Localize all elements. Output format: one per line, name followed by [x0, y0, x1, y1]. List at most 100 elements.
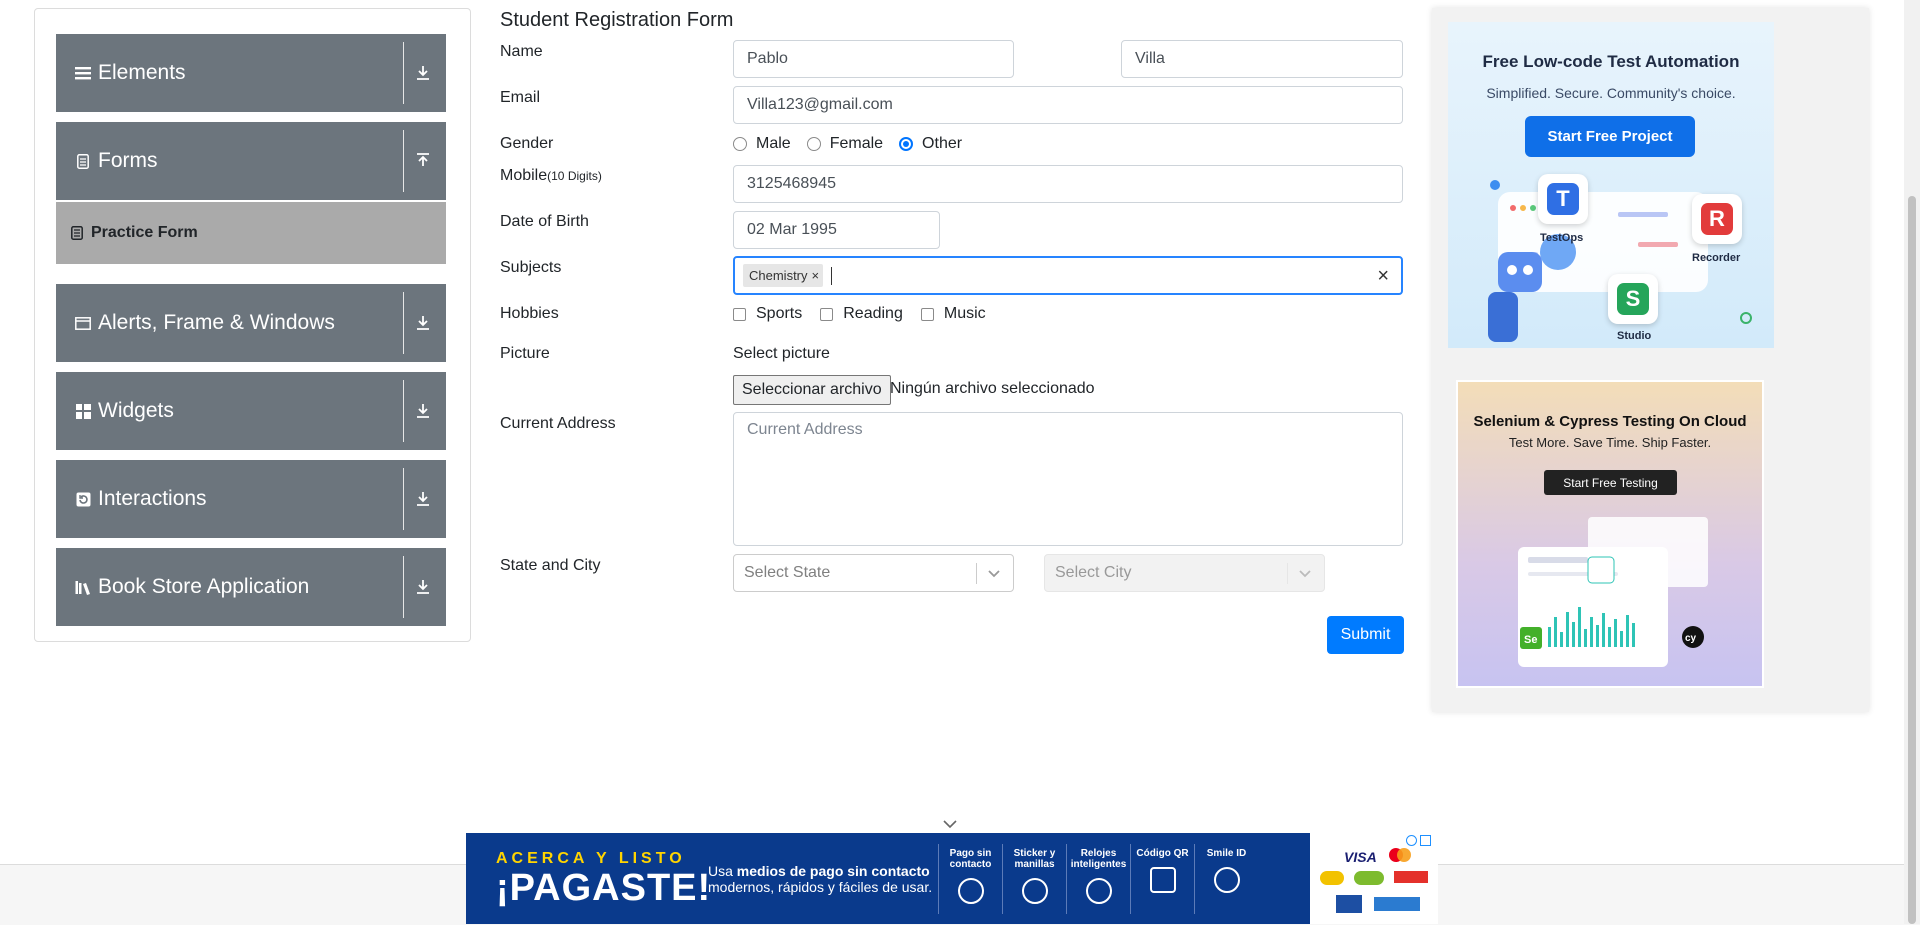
- banner-tagline: ACERCA Y LISTO: [496, 849, 686, 867]
- divider: [403, 130, 404, 192]
- window-icon: [74, 314, 92, 332]
- chevron-down-icon: [988, 570, 1000, 578]
- start-free-testing-button[interactable]: Start Free Testing: [1544, 470, 1677, 495]
- scrollbar-thumb[interactable]: [1908, 196, 1916, 924]
- tile-label: Studio: [1617, 330, 1652, 342]
- group-label: Widgets: [98, 399, 174, 422]
- picture-prompt: Select picture: [733, 345, 830, 362]
- radio-button[interactable]: [733, 137, 747, 151]
- chevron-down-icon: [1299, 570, 1311, 578]
- sidebar: Elements Forms Practice Form Alerts, Fra…: [34, 8, 471, 642]
- group-interactions[interactable]: Interactions: [56, 460, 446, 538]
- checkbox[interactable]: [920, 307, 934, 321]
- state-select[interactable]: Select State: [733, 554, 1014, 592]
- radio-button[interactable]: [806, 137, 821, 151]
- divider: [1287, 563, 1288, 584]
- robot-illustration: [1488, 252, 1542, 342]
- text-cursor: [831, 266, 833, 285]
- radio-label: Male: [756, 135, 791, 152]
- checkbox[interactable]: [820, 307, 834, 321]
- clear-icon[interactable]: ×: [1377, 265, 1389, 288]
- email-label: Email: [500, 89, 541, 106]
- start-free-project-button[interactable]: Start Free Project: [1525, 116, 1695, 157]
- divider: [403, 42, 404, 104]
- brand-logo: [1394, 871, 1428, 883]
- form-icon: [71, 226, 83, 240]
- mobile-input[interactable]: 3125468945: [733, 165, 1403, 203]
- banner-feature: Smile ID: [1194, 843, 1258, 914]
- ad-low-code[interactable]: Free Low-code Test Automation Simplified…: [1448, 22, 1774, 348]
- books-icon: [74, 578, 92, 596]
- qr-phone-icon: [1149, 866, 1176, 893]
- hobby-option-sports[interactable]: Sports: [733, 305, 802, 323]
- tile-label: TestOps: [1540, 232, 1584, 244]
- gender-option-female[interactable]: Female: [806, 135, 884, 153]
- download-icon[interactable]: [410, 574, 436, 600]
- address-label: Current Address: [500, 415, 616, 432]
- mobile-hint: (10 Digits): [547, 169, 602, 183]
- group-book-store[interactable]: Book Store Application: [56, 548, 446, 626]
- download-icon[interactable]: [410, 310, 436, 336]
- chevron-down-icon[interactable]: [942, 818, 958, 830]
- gender-option-other[interactable]: Other: [899, 135, 962, 153]
- svg-text:cy: cy: [1685, 633, 1697, 644]
- radio-label: Female: [829, 135, 884, 152]
- brand-logo: [1354, 871, 1384, 885]
- contactless-icon: [957, 877, 984, 904]
- first-name-input[interactable]: Pablo: [733, 40, 1014, 78]
- sidebar-item-label: Practice Form: [91, 224, 198, 241]
- group-alerts[interactable]: Alerts, Frame & Windows: [56, 284, 446, 362]
- hobbies-group: Sports Reading Music: [733, 305, 1002, 323]
- close-icon[interactable]: [1420, 835, 1431, 846]
- divider: [403, 468, 404, 530]
- remove-chip-icon[interactable]: ×: [812, 268, 820, 283]
- banner-headline: ¡PAGASTE!: [496, 866, 712, 909]
- dob-label: Date of Birth: [500, 213, 589, 230]
- city-select[interactable]: Select City: [1044, 554, 1325, 592]
- sidebar-item-practice-form[interactable]: Practice Form: [56, 202, 446, 264]
- banner-feature: Relojes inteligentes: [1066, 843, 1130, 914]
- name-label: Name: [500, 43, 543, 60]
- last-name-input[interactable]: Villa: [1121, 40, 1403, 78]
- upload-icon[interactable]: [410, 148, 436, 174]
- brand-logo: [1336, 895, 1362, 913]
- divider: [403, 556, 404, 618]
- ad-subtitle: Test More. Save Time. Ship Faster.: [1508, 435, 1712, 450]
- radio-button-selected[interactable]: [899, 137, 914, 151]
- brand-logo: [1320, 871, 1344, 885]
- address-textarea[interactable]: Current Address: [733, 412, 1403, 546]
- email-input[interactable]: Villa123@gmail.com: [733, 86, 1403, 124]
- group-elements[interactable]: Elements: [56, 34, 446, 112]
- banner-feature: Sticker y manillas: [1002, 843, 1066, 914]
- banner-brand: ACERCA Y LISTO ¡PAGASTE!: [496, 849, 712, 909]
- checkbox[interactable]: [733, 307, 746, 321]
- gender-label: Gender: [500, 135, 554, 152]
- feature-label: Pago sin contacto: [949, 847, 992, 870]
- group-label: Book Store Application: [98, 575, 310, 598]
- ad-cloud-testing[interactable]: Selenium & Cypress Testing On Cloud Test…: [1456, 380, 1764, 688]
- checkbox-label: Music: [943, 305, 986, 322]
- hobbies-label: Hobbies: [500, 305, 559, 322]
- divider: [403, 292, 404, 354]
- ad-banner[interactable]: ACERCA Y LISTO ¡PAGASTE! Usa medios de p…: [466, 833, 1438, 924]
- subjects-input[interactable]: Chemistry × ×: [733, 256, 1403, 295]
- choose-file-button[interactable]: Seleccionar archivo: [733, 375, 891, 405]
- dob-input[interactable]: 02 Mar 1995: [733, 211, 940, 249]
- download-icon[interactable]: [410, 60, 436, 86]
- watch-icon: [1085, 877, 1112, 904]
- ad-subtitle: Simplified. Secure. Community's choice.: [1486, 85, 1736, 101]
- decor-dot: [1740, 312, 1752, 324]
- gender-option-male[interactable]: Male: [733, 135, 791, 153]
- hobby-option-music[interactable]: Music: [920, 305, 986, 323]
- group-widgets[interactable]: Widgets: [56, 372, 446, 450]
- download-icon[interactable]: [410, 486, 436, 512]
- info-icon[interactable]: [1406, 835, 1417, 846]
- hobby-option-reading[interactable]: Reading: [820, 305, 903, 323]
- mobile-label-text: Mobile: [500, 167, 548, 184]
- svg-text:Se: Se: [1524, 634, 1537, 646]
- studio-tile: S: [1608, 274, 1658, 324]
- feature-label: Código QR: [1136, 847, 1189, 859]
- submit-button[interactable]: Submit: [1327, 616, 1404, 654]
- group-forms[interactable]: Forms: [56, 122, 446, 200]
- download-icon[interactable]: [410, 398, 436, 424]
